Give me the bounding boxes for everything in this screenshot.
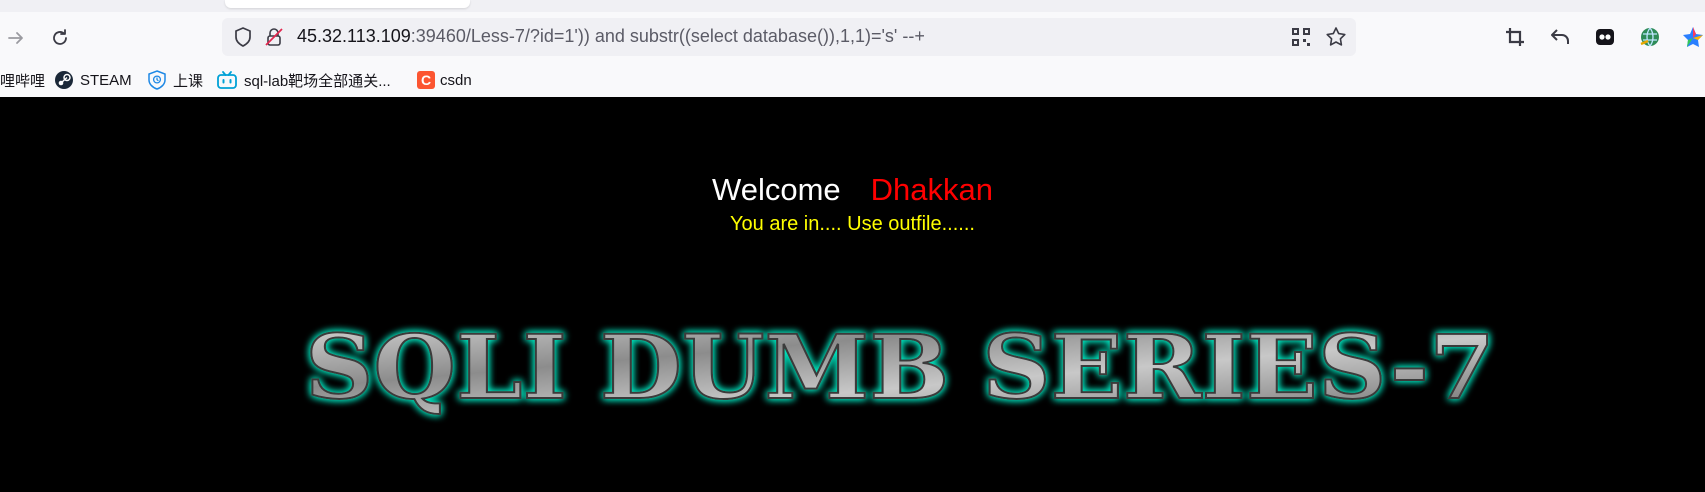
- reload-icon: [53, 29, 67, 45]
- insecure-lock-icon[interactable]: [263, 26, 285, 53]
- extension-colorful-icon[interactable]: [1678, 22, 1705, 52]
- welcome-name: Dhakkan: [870, 172, 993, 207]
- undo-icon[interactable]: [1545, 22, 1575, 52]
- bilibili-tv-icon: [216, 70, 238, 90]
- status-message: You are in.... Use outfile......: [730, 213, 975, 235]
- tab-strip: [0, 0, 1705, 12]
- url-text[interactable]: 45.32.113.109:39460/Less-7/?id=1')) and …: [297, 26, 925, 47]
- bookmark-star-icon[interactable]: [1325, 26, 1347, 53]
- bookmark-school[interactable]: 上课: [147, 68, 203, 92]
- page-content: [0, 97, 1705, 492]
- browser-chrome: 45.32.113.109:39460/Less-7/?id=1')) and …: [0, 0, 1705, 97]
- bookmark-label: 哩哔哩: [0, 72, 46, 90]
- welcome-line: Welcome Dhakkan: [0, 172, 1705, 208]
- forward-icon: [8, 32, 23, 44]
- banner-text: SQLI DUMB SERIES-7: [305, 315, 1495, 419]
- bookmark-label: STEAM: [80, 71, 132, 89]
- bookmark-steam[interactable]: STEAM: [54, 68, 132, 92]
- extension-icon[interactable]: [1590, 22, 1620, 52]
- bookmark-label: csdn: [440, 71, 472, 89]
- url-path: :39460/Less-7/?id=1')) and substr((selec…: [410, 26, 925, 46]
- csdn-icon: C: [416, 70, 436, 90]
- svg-text:C: C: [421, 72, 431, 88]
- active-tab[interactable]: [225, 0, 470, 8]
- forward-button[interactable]: [0, 22, 32, 54]
- bookmark-label: 上课: [173, 72, 204, 90]
- bookmark-bilibili[interactable]: 哩哔哩: [0, 68, 45, 92]
- reload-button[interactable]: [44, 22, 76, 54]
- bookmark-sql-lab[interactable]: sql-lab靶场全部通关...: [216, 68, 391, 92]
- welcome-label: Welcome: [712, 172, 841, 207]
- crop-icon[interactable]: [1500, 22, 1530, 52]
- globe-icon[interactable]: [1635, 22, 1665, 52]
- shield-icon[interactable]: [232, 26, 254, 53]
- url-host: 45.32.113.109: [297, 26, 411, 46]
- steam-icon: [54, 70, 74, 90]
- bookmark-csdn[interactable]: C csdn: [416, 68, 472, 92]
- bookmark-label: sql-lab靶场全部通关...: [244, 72, 391, 90]
- url-bar[interactable]: 45.32.113.109:39460/Less-7/?id=1')) and …: [222, 18, 1356, 56]
- school-icon: [147, 70, 167, 90]
- title-banner: SQLI DUMB SERIES-7: [304, 314, 1496, 420]
- qr-code-icon[interactable]: [1290, 26, 1312, 53]
